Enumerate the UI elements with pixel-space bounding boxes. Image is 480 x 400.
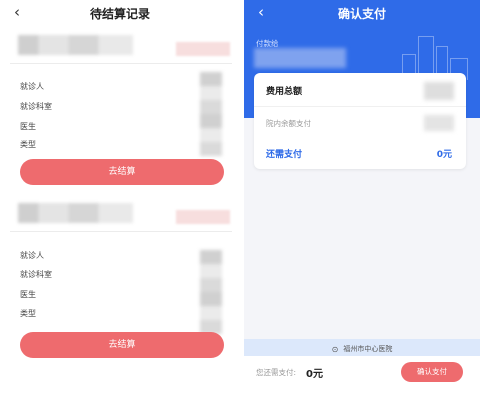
redacted-total [424,82,454,100]
page-title: 待结算记录 [89,7,150,21]
divider [254,106,466,107]
remaining-payment-label: 还需支付 [266,150,303,160]
balance-payment-label: 院内余额支付 [266,119,311,128]
payment-summary-card: 费用总额 院内余额支付 还需支付 0元 [254,73,466,169]
settle-button[interactable]: 去结算 [20,332,224,358]
bottom-bar: 您还需支付: 0元 确认支付 [244,356,480,400]
field-label-patient: 就诊人 [20,82,44,91]
redacted-values [200,72,222,156]
hospital-bar: ⊙ 福州市中心医院 [244,339,480,356]
field-label-doctor: 医生 [20,122,36,131]
header: ‹ 待结算记录 [0,0,240,28]
confirm-payment-screen: ‹ 确认支付 付款给 费用总额 院内余额支付 还需支付 0元 ⊙ 福州市中心医院… [244,0,480,400]
redacted-badge [176,210,230,224]
redacted-badge [176,42,230,56]
field-label-patient: 就诊人 [20,251,44,260]
location-pin-icon: ⊙ [331,345,339,354]
field-label-type: 类型 [20,140,36,149]
confirm-payment-button[interactable]: 确认支付 [401,362,463,382]
field-label-department: 就诊科室 [20,102,52,111]
divider [10,63,232,64]
pending-settlement-screen: ‹ 待结算记录 就诊人 就诊科室 医生 类型 去结算 就诊人 就诊科室 医生 类… [0,0,240,400]
divider [10,231,232,232]
remaining-payment-value: 0元 [436,150,452,160]
total-amount-label: 费用总额 [266,87,303,97]
redacted-payee [254,48,346,68]
amount-due-label: 您还需支付: [256,368,297,377]
field-label-department: 就诊科室 [20,270,52,279]
field-label-doctor: 医生 [20,290,36,299]
page-title: 确认支付 [337,7,386,21]
amount-due-value: 0元 [306,369,323,380]
redacted-values [200,250,222,334]
redacted-name [18,203,133,223]
redacted-name [18,35,133,55]
field-label-type: 类型 [20,309,36,318]
redacted-balance [424,115,454,131]
settle-button[interactable]: 去结算 [20,159,224,185]
